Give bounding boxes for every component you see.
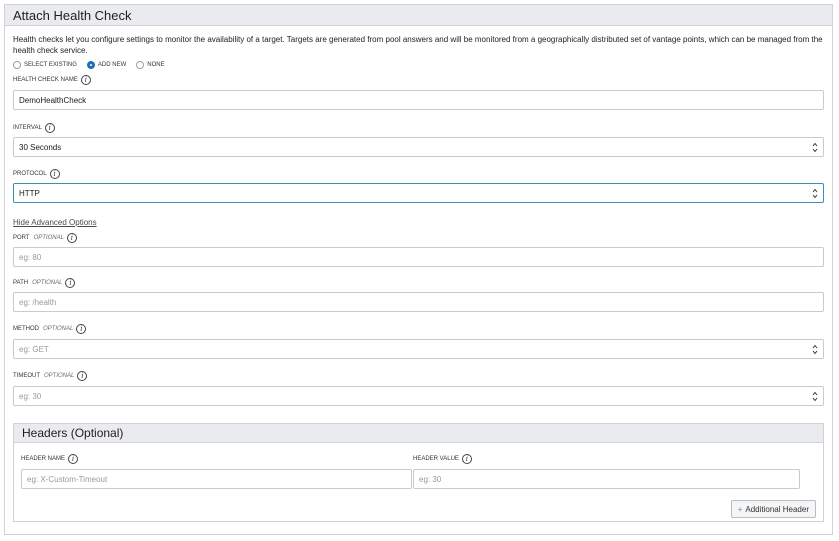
- timeout-label: TIMEOUT OPTIONAL i: [13, 371, 88, 381]
- header-value-label-text: HEADER VALUE: [413, 456, 459, 462]
- method-label-text: METHOD: [13, 326, 39, 332]
- path-label: PATH OPTIONAL i: [13, 278, 76, 288]
- path-optional-tag: OPTIONAL: [32, 280, 63, 286]
- radio-select-existing[interactable]: SELECT EXISTING: [13, 61, 77, 69]
- select-chevrons-icon: [812, 344, 818, 355]
- method-select[interactable]: eg: GET: [13, 339, 824, 359]
- panel-title: Attach Health Check: [13, 7, 132, 23]
- headers-subpanel-title: Headers (Optional): [22, 426, 124, 440]
- headers-subpanel-header: Headers (Optional): [14, 424, 823, 443]
- protocol-select[interactable]: HTTP: [13, 183, 824, 203]
- info-icon[interactable]: i: [66, 233, 77, 243]
- radio-none[interactable]: NONE: [136, 61, 165, 69]
- interval-label: INTERVAL i: [13, 123, 55, 133]
- health-check-name-label-text: HEALTH CHECK NAME: [13, 77, 78, 83]
- health-check-name-value: DemoHealthCheck: [19, 95, 87, 105]
- timeout-optional-tag: OPTIONAL: [44, 373, 75, 379]
- additional-header-button[interactable]: + Additional Header: [730, 500, 816, 518]
- plus-icon: +: [737, 504, 743, 514]
- interval-value: 30 Seconds: [19, 142, 62, 152]
- method-label: METHOD OPTIONAL i: [13, 324, 87, 334]
- port-placeholder: eg: 80: [19, 252, 42, 262]
- method-optional-tag: OPTIONAL: [43, 326, 74, 332]
- timeout-placeholder: eg: 30: [19, 391, 42, 401]
- port-optional-tag: OPTIONAL: [33, 235, 64, 241]
- panel-description: Health checks let you configure settings…: [13, 35, 823, 55]
- timeout-select[interactable]: eg: 30: [13, 386, 824, 406]
- info-icon[interactable]: i: [77, 371, 88, 381]
- protocol-value: HTTP: [19, 188, 40, 198]
- interval-label-text: INTERVAL: [13, 125, 42, 131]
- header-value-label: HEADER VALUE i: [413, 454, 472, 464]
- info-icon[interactable]: i: [65, 278, 76, 288]
- info-icon[interactable]: i: [80, 75, 91, 85]
- port-label-text: PORT: [13, 235, 30, 241]
- info-icon[interactable]: i: [76, 324, 87, 334]
- health-check-mode-radio-group: SELECT EXISTING ADD NEW NONE: [13, 61, 175, 69]
- protocol-label: PROTOCOL i: [13, 169, 60, 179]
- header-name-input[interactable]: eg: X-Custom-Timeout: [21, 469, 412, 489]
- protocol-label-text: PROTOCOL: [13, 171, 47, 177]
- radio-select-existing-label: SELECT EXISTING: [24, 62, 77, 68]
- radio-select-existing-circle[interactable]: [13, 61, 21, 69]
- method-placeholder: eg: GET: [19, 344, 49, 354]
- interval-select[interactable]: 30 Seconds: [13, 137, 824, 157]
- radio-none-label: NONE: [147, 62, 165, 68]
- health-check-name-input[interactable]: DemoHealthCheck: [13, 90, 824, 110]
- radio-add-new[interactable]: ADD NEW: [86, 61, 127, 69]
- port-label: PORT OPTIONAL i: [13, 233, 77, 243]
- header-name-label: HEADER NAME i: [21, 454, 79, 464]
- attach-health-check-panel: Attach Health Check Health checks let yo…: [4, 4, 833, 535]
- radio-add-new-label: ADD NEW: [97, 62, 127, 68]
- info-icon[interactable]: i: [49, 169, 60, 179]
- radio-add-new-circle[interactable]: [86, 61, 95, 69]
- radio-none-circle[interactable]: [136, 61, 145, 69]
- path-label-text: PATH: [13, 280, 29, 286]
- path-input[interactable]: eg: /health: [13, 292, 824, 312]
- headers-subpanel: Headers (Optional) HEADER NAME i eg: X-C…: [13, 423, 824, 522]
- header-name-placeholder: eg: X-Custom-Timeout: [27, 474, 108, 484]
- additional-header-label: Additional Header: [745, 504, 809, 514]
- select-chevrons-icon: [812, 142, 818, 153]
- info-icon[interactable]: i: [461, 454, 472, 464]
- info-icon[interactable]: i: [68, 454, 79, 464]
- header-name-label-text: HEADER NAME: [21, 456, 66, 462]
- hide-advanced-options-link[interactable]: Hide Advanced Options: [13, 218, 97, 227]
- port-input[interactable]: eg: 80: [13, 247, 824, 267]
- header-value-input[interactable]: eg: 30: [413, 469, 800, 489]
- header-value-placeholder: eg: 30: [419, 474, 442, 484]
- panel-header: Attach Health Check: [5, 5, 832, 26]
- path-placeholder: eg: /health: [19, 297, 57, 307]
- timeout-label-text: TIMEOUT: [13, 373, 40, 379]
- health-check-name-label: HEALTH CHECK NAME i: [13, 75, 91, 85]
- select-chevrons-icon: [812, 188, 818, 199]
- select-chevrons-icon: [812, 391, 818, 402]
- info-icon[interactable]: i: [44, 123, 55, 133]
